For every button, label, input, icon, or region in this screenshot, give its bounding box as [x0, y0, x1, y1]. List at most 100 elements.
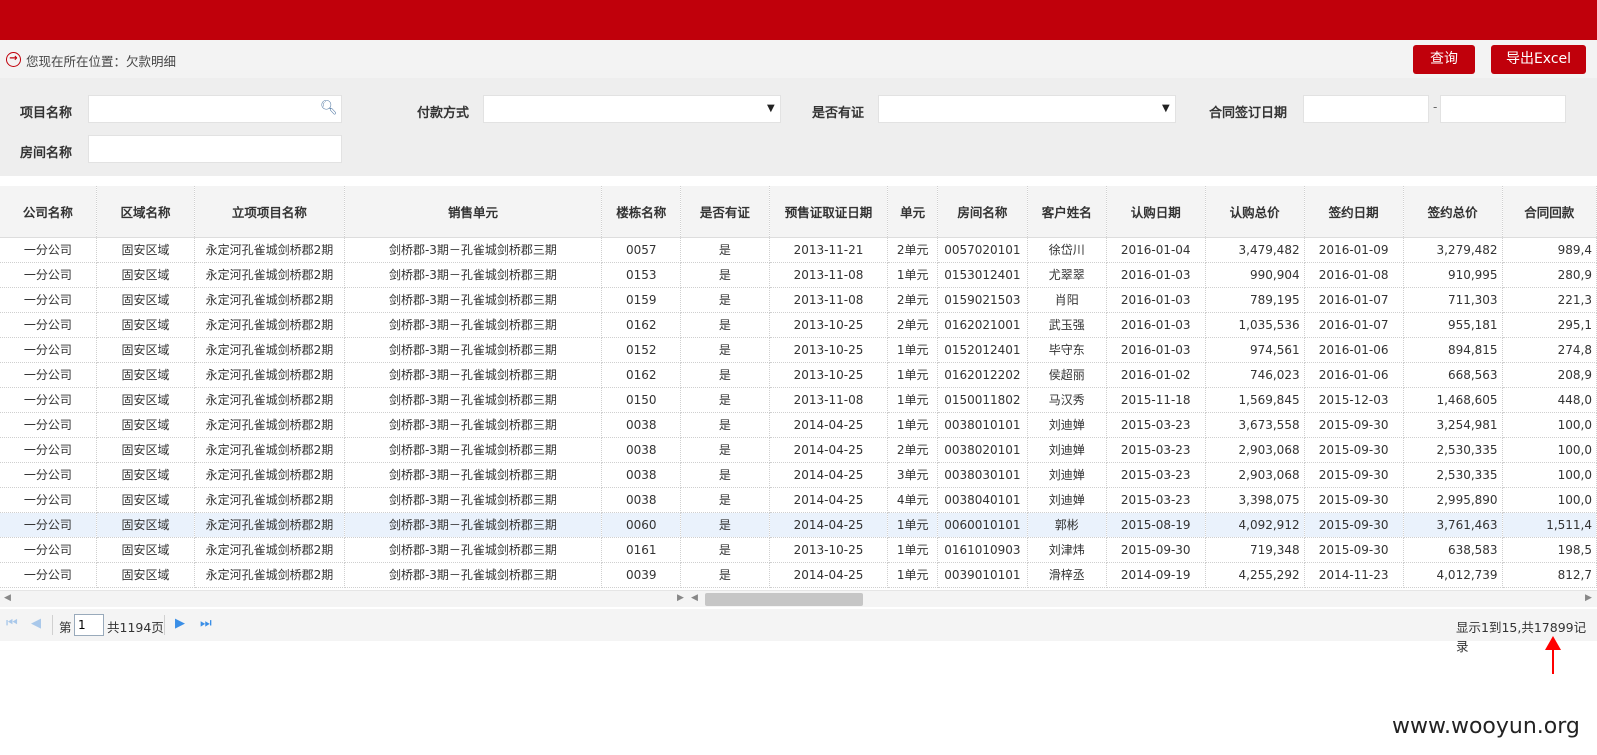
chevron-down-icon[interactable]: ▼: [767, 103, 775, 114]
table-row[interactable]: 一分公司 固安区域 永定河孔雀城剑桥郡2期 剑桥郡-3期－孔雀城剑桥郡三期 0162 是 2…: [0, 312, 1597, 338]
table-cell: 2016-01-03: [1106, 262, 1206, 288]
export-excel-button[interactable]: 导出Excel: [1491, 45, 1586, 74]
column-header[interactable]: 认购日期: [1106, 186, 1206, 238]
table-cell: 马汉秀: [1027, 387, 1107, 413]
table-cell: 0152012401: [937, 337, 1028, 363]
room-name-input[interactable]: [88, 135, 342, 163]
location-bar: → 您现在所在位置：欠款明细 查询 导出Excel: [0, 40, 1597, 78]
table-row[interactable]: 一分公司 固安区域 永定河孔雀城剑桥郡2期 剑桥郡-3期－孔雀城剑桥郡三期 0162 是 2…: [0, 362, 1597, 388]
table-cell: 一分公司: [0, 287, 97, 313]
table-cell: 刘迪婵: [1027, 437, 1107, 463]
table-cell: 永定河孔雀城剑桥郡2期: [194, 337, 345, 363]
column-header[interactable]: 是否有证: [680, 186, 770, 238]
first-page-icon[interactable]: ⏮︎: [6, 616, 18, 631]
scroll-left-icon[interactable]: ◀: [4, 593, 11, 603]
table-cell: 100,0: [1502, 487, 1597, 513]
column-header[interactable]: 认购总价: [1205, 186, 1305, 238]
table-cell: 221,3: [1502, 287, 1597, 313]
table-cell: 2,903,068: [1205, 437, 1305, 463]
table-row[interactable]: 一分公司 固安区域 永定河孔雀城剑桥郡2期 剑桥郡-3期－孔雀城剑桥郡三期 0038 是 2…: [0, 462, 1597, 488]
column-header[interactable]: 房间名称: [937, 186, 1028, 238]
table-cell: 2单元: [887, 287, 938, 313]
column-header[interactable]: 签约日期: [1304, 186, 1404, 238]
column-header[interactable]: 签约总价: [1403, 186, 1503, 238]
table-cell: 2013-10-25: [769, 362, 889, 388]
column-header[interactable]: 预售证取证日期: [769, 186, 889, 238]
table-cell: 一分公司: [0, 437, 97, 463]
table-cell: 2014-04-25: [769, 512, 889, 538]
table-cell: 3,761,463: [1403, 512, 1503, 538]
table-row[interactable]: 一分公司 固安区域 永定河孔雀城剑桥郡2期 剑桥郡-3期－孔雀城剑桥郡三期 0161 是 2…: [0, 537, 1597, 563]
has-cert-select[interactable]: [878, 95, 1176, 123]
page-total: 共1194页: [107, 620, 164, 635]
column-header[interactable]: 区域名称: [96, 186, 196, 238]
debt-table: 公司名称 区域名称 立项项目名称 销售单元 楼栋名称 是否有证 预售证取证日期 单元 房间名称客…: [0, 186, 1597, 588]
last-page-icon[interactable]: ⏭︎: [200, 616, 212, 631]
table-cell: 2014-11-23: [1304, 562, 1404, 588]
prev-page-icon[interactable]: ◀: [31, 616, 41, 631]
table-cell: 固安区域: [96, 362, 196, 388]
table-cell: 剑桥郡-3期－孔雀城剑桥郡三期: [344, 337, 603, 363]
table-cell: 3,279,482: [1403, 237, 1503, 263]
column-header[interactable]: 合同回款: [1502, 186, 1597, 238]
table-cell: 955,181: [1403, 312, 1503, 338]
horizontal-scrollbar[interactable]: ◀ ▶ ◀ ▶: [0, 590, 1597, 607]
table-cell: 是: [680, 537, 770, 563]
table-cell: 0150011802: [937, 387, 1028, 413]
table-cell: 固安区域: [96, 312, 196, 338]
table-row[interactable]: 一分公司 固安区域 永定河孔雀城剑桥郡2期 剑桥郡-3期－孔雀城剑桥郡三期 0038 是 2…: [0, 412, 1597, 438]
table-cell: 812,7: [1502, 562, 1597, 588]
next-page-icon[interactable]: ▶: [175, 616, 185, 631]
table-cell: 毕守东: [1027, 337, 1107, 363]
table-cell: 0159: [601, 287, 682, 313]
column-header[interactable]: 客户姓名: [1027, 186, 1107, 238]
table-row[interactable]: 一分公司 固安区域 永定河孔雀城剑桥郡2期 剑桥郡-3期－孔雀城剑桥郡三期 0039 是 2…: [0, 562, 1597, 588]
payment-method-select[interactable]: [483, 95, 781, 123]
column-header[interactable]: 楼栋名称: [601, 186, 682, 238]
column-header[interactable]: 销售单元: [344, 186, 603, 238]
table-cell: 固安区域: [96, 462, 196, 488]
contract-date-start-input[interactable]: [1303, 95, 1429, 123]
table-row[interactable]: 一分公司 固安区域 永定河孔雀城剑桥郡2期 剑桥郡-3期－孔雀城剑桥郡三期 0153 是 2…: [0, 262, 1597, 288]
table-cell: 是: [680, 512, 770, 538]
table-cell: 989,4: [1502, 237, 1597, 263]
scroll-left-icon[interactable]: ◀: [691, 593, 698, 603]
contract-date-end-input[interactable]: [1440, 95, 1566, 123]
table-row[interactable]: 一分公司 固安区域 永定河孔雀城剑桥郡2期 剑桥郡-3期－孔雀城剑桥郡三期 0057 是 2…: [0, 237, 1597, 263]
chevron-down-icon[interactable]: ▼: [1162, 103, 1170, 114]
table-cell: 3,479,482: [1205, 237, 1305, 263]
table-cell: 3,254,981: [1403, 412, 1503, 438]
page-number-input[interactable]: [74, 614, 104, 636]
column-header[interactable]: 公司名称: [0, 186, 97, 238]
table-cell: 一分公司: [0, 412, 97, 438]
table-row[interactable]: 一分公司 固安区域 永定河孔雀城剑桥郡2期 剑桥郡-3期－孔雀城剑桥郡三期 0060 是 2…: [0, 512, 1597, 538]
scroll-thumb[interactable]: [705, 593, 863, 606]
query-button[interactable]: 查询: [1413, 45, 1475, 74]
table-cell: 100,0: [1502, 437, 1597, 463]
search-icon[interactable]: 🔍︎: [320, 100, 338, 116]
column-header[interactable]: 单元: [887, 186, 938, 238]
table-cell: 2单元: [887, 237, 938, 263]
table-row[interactable]: 一分公司 固安区域 永定河孔雀城剑桥郡2期 剑桥郡-3期－孔雀城剑桥郡三期 0038 是 2…: [0, 487, 1597, 513]
table-cell: 2013-10-25: [769, 537, 889, 563]
table-cell: 2016-01-03: [1106, 312, 1206, 338]
table-cell: 是: [680, 562, 770, 588]
table-row[interactable]: 一分公司 固安区域 永定河孔雀城剑桥郡2期 剑桥郡-3期－孔雀城剑桥郡三期 0152 是 2…: [0, 337, 1597, 363]
table-cell: 2014-09-19: [1106, 562, 1206, 588]
project-name-input[interactable]: [88, 95, 342, 123]
table-row[interactable]: 一分公司 固安区域 永定河孔雀城剑桥郡2期 剑桥郡-3期－孔雀城剑桥郡三期 0159 是 2…: [0, 287, 1597, 313]
table-cell: 1,468,605: [1403, 387, 1503, 413]
table-row[interactable]: 一分公司 固安区域 永定河孔雀城剑桥郡2期 剑桥郡-3期－孔雀城剑桥郡三期 0038 是 2…: [0, 437, 1597, 463]
scroll-right-icon[interactable]: ▶: [1585, 593, 1592, 603]
table-cell: 永定河孔雀城剑桥郡2期: [194, 237, 345, 263]
scroll-right-icon[interactable]: ▶: [677, 593, 684, 603]
table-cell: 2015-12-03: [1304, 387, 1404, 413]
table-row[interactable]: 一分公司 固安区域 永定河孔雀城剑桥郡2期 剑桥郡-3期－孔雀城剑桥郡三期 0150 是 2…: [0, 387, 1597, 413]
column-header[interactable]: 立项项目名称: [194, 186, 345, 238]
table-cell: 2015-03-23: [1106, 462, 1206, 488]
table-cell: 2016-01-06: [1304, 362, 1404, 388]
pager-divider: [164, 615, 165, 635]
table-cell: 剑桥郡-3期－孔雀城剑桥郡三期: [344, 562, 603, 588]
table-cell: 2单元: [887, 312, 938, 338]
table-cell: 一分公司: [0, 262, 97, 288]
